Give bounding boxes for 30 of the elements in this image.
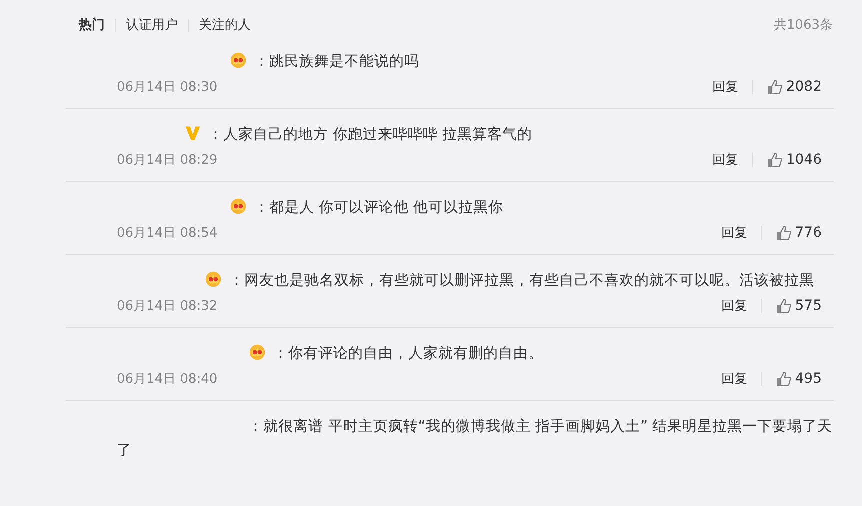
comment-text: ：就很离谱 平时主页疯转“我的微博我做主 指手画脚妈入土” 结果明星拉黑一下要塌了天了	[117, 418, 833, 459]
like-count: 2082	[786, 79, 822, 95]
comment-text: ：都是人 你可以评论他 他可以拉黑你	[254, 199, 504, 216]
like-count: 1046	[786, 152, 822, 168]
reply-link[interactable]: 回复	[721, 224, 748, 242]
like-count: 495	[795, 371, 822, 387]
thumbs-up-icon[interactable]	[767, 152, 784, 168]
reply-link[interactable]: 回复	[721, 297, 748, 315]
comment-time: 06月14日 08:32	[117, 298, 218, 315]
comment-text: ：你有评论的自由，人家就有删的自由。	[273, 345, 544, 362]
reply-link[interactable]: 回复	[721, 370, 748, 388]
comment-time: 06月14日 08:30	[117, 79, 218, 96]
comment-time: 06月14日 08:54	[117, 225, 218, 242]
thumbs-up-icon[interactable]	[776, 371, 792, 387]
comment-time: 06月14日 08:40	[117, 371, 218, 388]
like-count: 776	[795, 225, 822, 241]
comment-text: ：人家自己的地方 你跑过来哔哔哔 拉黑算客气的	[208, 126, 533, 143]
filter-tab[interactable]: 认证用户	[126, 16, 178, 34]
reply-link[interactable]: 回复	[712, 151, 738, 169]
thumbs-up-icon[interactable]	[767, 79, 784, 95]
reply-link[interactable]: 回复	[712, 78, 738, 96]
comment-text: ：网友也是驰名双标，有些就可以删评拉黑，有些自己不喜欢的就不可以呢。活该被拉黑	[229, 272, 814, 289]
comment-count: 共1063条	[774, 17, 833, 34]
filter-tab[interactable]: 热门	[79, 16, 105, 34]
comment-time: 06月14日 08:29	[117, 152, 218, 169]
like-count: 575	[795, 298, 822, 314]
comment-text: ：跳民族舞是不能说的吗	[254, 53, 420, 70]
filter-tab[interactable]: 关注的人	[199, 16, 251, 34]
thumbs-up-icon[interactable]	[776, 225, 792, 241]
thumbs-up-icon[interactable]	[776, 298, 792, 314]
